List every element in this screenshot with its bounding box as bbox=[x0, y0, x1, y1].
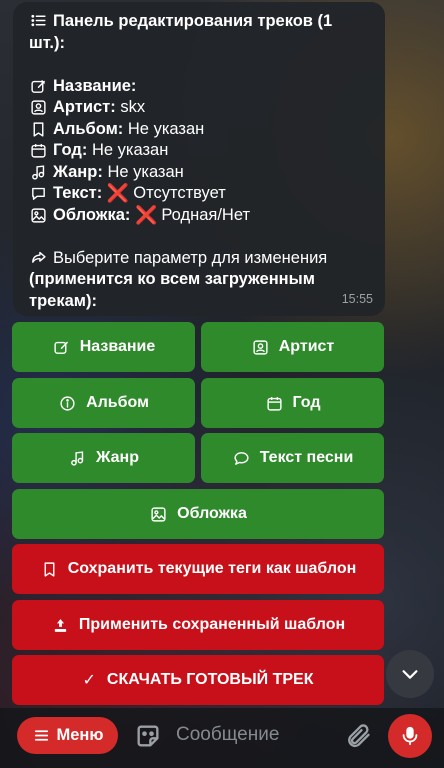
field-value: Не указан bbox=[91, 141, 169, 159]
genre-button[interactable]: Жанр bbox=[12, 433, 195, 483]
message-header: Панель редактирования треков (1 шт.): bbox=[29, 11, 371, 54]
field-artist: Артист: skx bbox=[29, 97, 371, 119]
image-icon bbox=[149, 505, 168, 524]
field-label: Год: bbox=[53, 141, 88, 159]
field-value: skx bbox=[120, 98, 146, 116]
info-icon bbox=[58, 394, 77, 413]
prompt-bold-text: (применится ко всем загруженным трекам): bbox=[29, 270, 315, 310]
sticker-icon[interactable] bbox=[134, 722, 162, 750]
message-prompt: Выберите параметр для изменения (примени… bbox=[29, 248, 371, 313]
upload-icon bbox=[51, 616, 70, 635]
cross-mark-icon: ❌ bbox=[106, 183, 130, 203]
chat-icon bbox=[29, 184, 48, 203]
download-track-button[interactable]: ✓ СКАЧАТЬ ГОТОВЫЙ ТРЕК bbox=[12, 655, 384, 705]
artist-icon bbox=[251, 338, 270, 357]
button-label: Обложка bbox=[177, 505, 247, 522]
button-label: Жанр bbox=[96, 449, 139, 466]
cover-button[interactable]: Обложка bbox=[12, 489, 384, 539]
prompt-text: Выберите параметр для изменения bbox=[53, 248, 328, 267]
calendar-icon bbox=[29, 141, 48, 160]
field-title: Название: bbox=[29, 76, 371, 98]
button-label: Текст песни bbox=[259, 449, 354, 466]
button-label: Сохранить текущие теги как шаблон bbox=[67, 560, 357, 577]
field-label: Обложка: bbox=[53, 205, 131, 224]
music-note-icon bbox=[68, 449, 87, 468]
menu-label: Меню bbox=[56, 726, 104, 744]
field-album: Альбом: Не указан bbox=[29, 119, 371, 141]
message-input[interactable]: Сообщение bbox=[176, 724, 279, 746]
year-button[interactable]: Год bbox=[201, 378, 384, 428]
button-label: Название bbox=[79, 338, 156, 355]
chat-icon bbox=[232, 449, 251, 468]
field-label: Текст: bbox=[53, 184, 103, 202]
hamburger-icon bbox=[32, 726, 51, 745]
share-arrow-icon bbox=[29, 248, 48, 267]
field-label: Альбом: bbox=[53, 119, 124, 138]
button-label: Артист bbox=[278, 338, 335, 355]
artist-icon bbox=[29, 98, 48, 117]
album-button[interactable]: Альбом bbox=[12, 378, 195, 428]
cross-mark-icon: ❌ bbox=[134, 204, 158, 225]
check-icon: ✓ bbox=[82, 672, 96, 689]
calendar-icon bbox=[265, 394, 284, 413]
header-text: Панель редактирования треков (1 шт.): bbox=[29, 12, 333, 52]
scroll-down-button[interactable] bbox=[386, 650, 434, 698]
image-icon bbox=[29, 206, 48, 225]
apply-template-button[interactable]: Применить сохраненный шаблон bbox=[12, 600, 384, 650]
bot-message-bubble: Панель редактирования треков (1 шт.): На… bbox=[13, 2, 385, 316]
field-value: Не указан bbox=[127, 119, 205, 138]
lyrics-button[interactable]: Текст песни bbox=[201, 433, 384, 483]
button-label: Год bbox=[292, 394, 321, 411]
menu-button[interactable]: Меню bbox=[17, 717, 118, 754]
microphone-button[interactable] bbox=[388, 714, 432, 758]
edit-icon bbox=[52, 338, 71, 357]
message-time: 15:55 bbox=[341, 291, 373, 306]
paperclip-icon[interactable] bbox=[344, 722, 372, 750]
button-label: Применить сохраненный шаблон bbox=[78, 616, 346, 633]
music-note-icon bbox=[29, 163, 48, 182]
save-template-button[interactable]: Сохранить текущие теги как шаблон bbox=[12, 544, 384, 594]
field-label: Название: bbox=[53, 76, 137, 95]
field-cover: Обложка: ❌ Родная/Нет bbox=[29, 205, 371, 227]
field-value: Не указан bbox=[107, 162, 184, 181]
microphone-icon bbox=[402, 726, 418, 746]
bookmark-icon bbox=[40, 560, 59, 579]
artist-button[interactable]: Артист bbox=[201, 322, 384, 372]
field-label: Жанр: bbox=[53, 162, 103, 181]
chevron-down-icon bbox=[402, 670, 418, 679]
field-year: Год: Не указан bbox=[29, 140, 371, 162]
field-label: Артист: bbox=[53, 98, 116, 116]
list-icon bbox=[29, 11, 48, 30]
button-label: СКАЧАТЬ ГОТОВЫЙ ТРЕК bbox=[106, 671, 314, 688]
title-button[interactable]: Название bbox=[12, 322, 195, 372]
bookmark-icon bbox=[29, 120, 48, 139]
field-value: Родная/Нет bbox=[161, 205, 251, 224]
button-label: Альбом bbox=[86, 394, 149, 411]
field-value: Отсутствует bbox=[133, 184, 226, 202]
edit-icon bbox=[29, 77, 48, 96]
field-lyrics: Текст: ❌ Отсутствует bbox=[29, 183, 371, 205]
field-genre: Жанр: Не указан bbox=[29, 162, 371, 184]
